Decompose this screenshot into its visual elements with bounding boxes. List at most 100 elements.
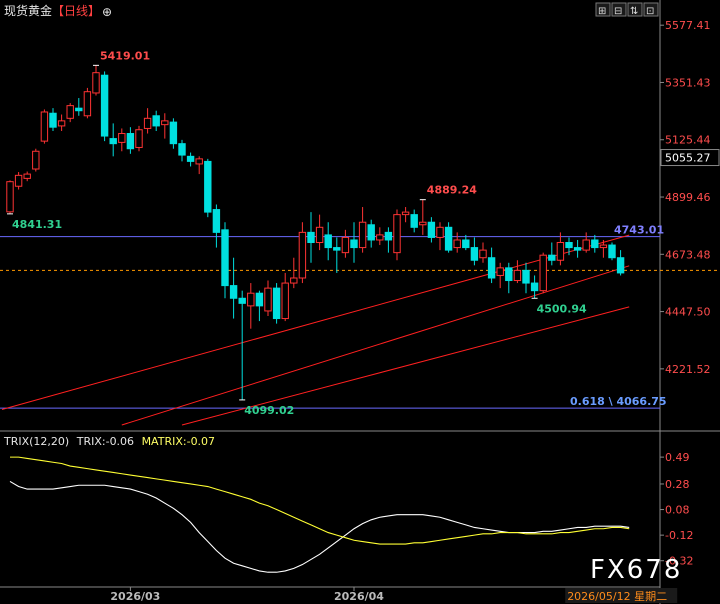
date-tick-label: 2026/03 (110, 590, 160, 603)
candle-down (462, 239, 470, 249)
candle-up (513, 269, 522, 282)
toolbar: ⊞ ⊟ ⇅ ⊡ (595, 2, 659, 17)
period-label[interactable]: 【日线】 (52, 4, 100, 18)
candle-up (23, 173, 31, 179)
price-tick-label: 5351.43 (665, 76, 711, 89)
candle-down (333, 247, 341, 251)
candle-down (487, 257, 496, 279)
candle-up (315, 226, 324, 244)
candle-down (307, 231, 315, 244)
candle-up (376, 234, 384, 241)
candle-down (470, 247, 479, 261)
candle-down (367, 224, 375, 241)
price-level-lines (0, 236, 720, 409)
crosshair-icon[interactable]: ⊕ (102, 5, 112, 19)
trix-tick-label: 0.28 (665, 478, 690, 491)
high-label: 4889.24 (427, 184, 477, 197)
level-level-label: 4743.01 (614, 224, 664, 237)
candle-up (453, 239, 461, 249)
candle-down (255, 292, 264, 307)
candle-up (14, 174, 23, 187)
price-tick-label: 5577.41 (665, 19, 711, 32)
price-axis: 5577.41 5351.43 5125.44 4899.46 4673.48 4447.… (660, 19, 720, 376)
candle-down (178, 143, 186, 156)
price-tick-label: 4447.50 (665, 306, 711, 319)
trix-tick-label: 0.08 (665, 504, 690, 517)
candle-up (401, 211, 410, 216)
candle-up (281, 282, 289, 320)
candle-down (324, 234, 332, 249)
header: 现货黄金【日线】 ⊕ ⊞ ⊟ ⇅ ⊡ (4, 2, 659, 19)
matrix-series-name: MATRIX (142, 435, 184, 448)
zoom-out-icon: ⊟ (614, 6, 622, 17)
candle-down (229, 285, 238, 299)
candle-down (530, 282, 539, 292)
grid-icon: ⊞ (598, 6, 606, 17)
fib-level-label: 0.618 \ 4066.75 (570, 395, 667, 408)
trix-legend: TRIX(12,20) TRIX:-0.06 MATRIX:-0.07 (3, 435, 215, 448)
chart-stage: 现货黄金【日线】 ⊕ ⊞ ⊟ ⇅ ⊡ 5419.01 4841.31 4889.24… (0, 0, 720, 604)
candle-up (479, 249, 487, 259)
instrument-title: 现货黄金 (4, 3, 52, 18)
candle-down (522, 269, 530, 284)
candle-down (565, 242, 573, 249)
candle-up (582, 239, 590, 251)
candle-up (496, 267, 504, 276)
candle-up (57, 120, 66, 127)
trix-tick-label: 0.49 (665, 451, 690, 464)
candle-down (212, 209, 221, 233)
selected-date-label: 2026/05/12 星期二 (567, 590, 667, 603)
candle-down (591, 239, 599, 249)
candle-down (126, 133, 135, 150)
trix-panel (9, 456, 630, 573)
price-tick-label: 4221.52 (665, 363, 711, 376)
candle-up (83, 91, 92, 117)
candle-up (419, 221, 427, 226)
date-axis: 2026/03 2026/04 2026/05/12 星期二 (110, 587, 678, 603)
watermark: FX678 (590, 555, 682, 585)
candle-down (444, 226, 453, 251)
high-label: 5419.01 (100, 49, 150, 62)
candle-down (152, 115, 160, 127)
trix-tick-label: -0.12 (665, 529, 693, 542)
candle-down (427, 221, 436, 238)
price-tick-label: 4899.46 (665, 191, 711, 204)
candle-up (195, 158, 203, 165)
matrix-line (10, 456, 630, 545)
low-label: 4099.02 (244, 404, 294, 417)
candle-up (290, 277, 298, 284)
candle-down (616, 257, 625, 274)
candle-up (358, 221, 367, 249)
candle-down (221, 229, 229, 287)
channel-trend-line (1, 234, 630, 410)
candle-down (238, 297, 246, 304)
candle-up (6, 181, 14, 213)
trix-indicator-title: TRIX(12,20) (3, 435, 69, 448)
candle-up (556, 242, 565, 261)
candle-up (40, 111, 49, 142)
candle-down (186, 155, 195, 162)
candle-down (410, 214, 418, 228)
candle-down (169, 121, 178, 145)
low-label: 4841.31 (12, 218, 62, 231)
low-label: 4500.94 (537, 302, 587, 315)
candle-up (436, 226, 444, 238)
candle-down (608, 244, 616, 259)
window-icon: ⊡ (646, 6, 654, 17)
candle-up (298, 231, 307, 279)
candle-down (384, 231, 393, 241)
candle-up (341, 236, 350, 254)
price-tick-label: 5125.44 (665, 134, 711, 147)
candle-up (135, 129, 143, 148)
svg-text:TRIX(12,20) TRIX:-0.06: TRIX(12,20) TRIX:-0.06 MATRIX:-0.07 (3, 435, 215, 448)
candle-down (548, 254, 556, 261)
candle-down (573, 247, 582, 251)
candle-up (92, 72, 100, 94)
candle-up (539, 254, 547, 292)
candle-up (393, 214, 401, 254)
candle-up (161, 120, 169, 126)
candle-up (118, 133, 126, 143)
trix-value: -0.06 (106, 435, 134, 448)
candle-up (143, 117, 152, 129)
candle-up (599, 244, 608, 249)
